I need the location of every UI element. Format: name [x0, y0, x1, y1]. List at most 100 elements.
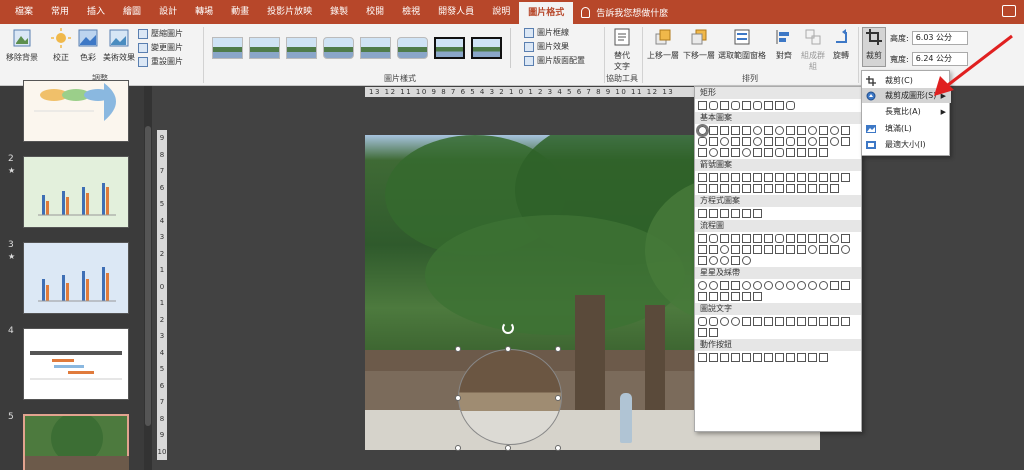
scrollbar-thumb[interactable]	[145, 126, 151, 426]
shape-option[interactable]	[819, 281, 828, 290]
shape-option[interactable]	[720, 292, 729, 301]
menu-item-aspect-ratio[interactable]: 長寬比(A) ▶	[862, 104, 951, 119]
tab-review[interactable]: 校閱	[357, 0, 393, 24]
shape-option[interactable]	[742, 137, 751, 146]
shape-option[interactable]	[797, 173, 806, 182]
shape-option[interactable]	[764, 184, 773, 193]
shape-option[interactable]	[709, 292, 718, 301]
shape-option[interactable]	[742, 245, 751, 254]
resize-handle[interactable]	[555, 395, 561, 401]
shape-option[interactable]	[720, 184, 729, 193]
shape-option[interactable]	[797, 317, 806, 326]
shape-option[interactable]	[753, 126, 762, 135]
shape-option[interactable]	[753, 184, 762, 193]
shape-option[interactable]	[841, 234, 850, 243]
artistic-effects-button[interactable]: 美術效果	[102, 28, 136, 63]
shape-option[interactable]	[841, 317, 850, 326]
shape-option[interactable]	[753, 234, 762, 243]
style-thumb[interactable]	[360, 37, 391, 59]
tab-slideshow[interactable]: 投影片放映	[258, 0, 321, 24]
shape-option[interactable]	[731, 137, 740, 146]
corrections-button[interactable]: 校正	[48, 28, 74, 63]
resize-handle[interactable]	[555, 346, 561, 352]
shape-option[interactable]	[742, 148, 751, 157]
shape-option[interactable]	[819, 184, 828, 193]
shape-option[interactable]	[753, 148, 762, 157]
shape-option[interactable]	[786, 281, 795, 290]
shape-option[interactable]	[830, 126, 839, 135]
shape-option[interactable]	[753, 101, 762, 110]
shape-option[interactable]	[764, 234, 773, 243]
shape-option[interactable]	[775, 317, 784, 326]
shape-option[interactable]	[830, 281, 839, 290]
remove-background-button[interactable]: 移除背景	[4, 28, 40, 63]
shape-option[interactable]	[709, 234, 718, 243]
shape-option[interactable]	[819, 137, 828, 146]
slide-thumbnail[interactable]	[23, 328, 129, 400]
shape-option[interactable]	[709, 256, 718, 265]
tab-insert[interactable]: 插入	[78, 0, 114, 24]
shape-option[interactable]	[764, 281, 773, 290]
shape-option[interactable]	[797, 234, 806, 243]
shape-option[interactable]	[830, 234, 839, 243]
slide-thumbnail[interactable]	[23, 80, 129, 142]
shape-option[interactable]	[808, 173, 817, 182]
shape-option[interactable]	[731, 101, 740, 110]
shape-option[interactable]	[720, 126, 729, 135]
circle-cropped-picture[interactable]	[458, 349, 562, 445]
shape-option[interactable]	[720, 256, 729, 265]
shape-option[interactable]	[742, 101, 751, 110]
shape-option[interactable]	[720, 148, 729, 157]
shape-option[interactable]	[720, 101, 729, 110]
slide-thumbnail[interactable]	[23, 242, 129, 314]
shape-option[interactable]	[808, 353, 817, 362]
gallery-scroll[interactable]	[510, 28, 518, 68]
shape-option[interactable]	[775, 173, 784, 182]
shape-option[interactable]	[731, 126, 740, 135]
shape-option[interactable]	[720, 317, 729, 326]
shape-option[interactable]	[709, 184, 718, 193]
shape-option[interactable]	[764, 126, 773, 135]
shape-option[interactable]	[709, 148, 718, 157]
shape-option[interactable]	[830, 137, 839, 146]
menu-item-fit[interactable]: 最適大小(I)	[862, 137, 951, 152]
shape-option[interactable]	[742, 353, 751, 362]
shape-option[interactable]	[786, 234, 795, 243]
shape-option[interactable]	[731, 173, 740, 182]
shape-option[interactable]	[731, 292, 740, 301]
shape-option[interactable]	[775, 281, 784, 290]
shape-option[interactable]	[742, 126, 751, 135]
shape-option[interactable]	[775, 184, 784, 193]
shape-option[interactable]	[709, 328, 718, 337]
shape-option[interactable]	[753, 173, 762, 182]
shape-option[interactable]	[742, 256, 751, 265]
shape-option[interactable]	[731, 353, 740, 362]
shape-option[interactable]	[742, 317, 751, 326]
slide-thumbnail-selected[interactable]	[23, 412, 129, 470]
picture-border-button[interactable]: 圖片框線	[524, 27, 569, 38]
shape-option[interactable]	[775, 245, 784, 254]
shape-option[interactable]	[808, 245, 817, 254]
shape-option[interactable]	[709, 137, 718, 146]
shape-option[interactable]	[819, 234, 828, 243]
shape-option[interactable]	[742, 173, 751, 182]
tab-draw[interactable]: 繪圖	[114, 0, 150, 24]
shape-option[interactable]	[720, 353, 729, 362]
shape-option[interactable]	[797, 126, 806, 135]
shape-option[interactable]	[786, 173, 795, 182]
shape-option[interactable]	[731, 317, 740, 326]
shape-option[interactable]	[753, 292, 762, 301]
shape-option[interactable]	[775, 101, 784, 110]
shape-option[interactable]	[731, 245, 740, 254]
shape-option[interactable]	[698, 281, 707, 290]
shape-option[interactable]	[720, 245, 729, 254]
rotate-button[interactable]: 旋轉	[830, 28, 852, 61]
shape-option[interactable]	[742, 281, 751, 290]
style-thumb[interactable]	[249, 37, 280, 59]
shape-option[interactable]	[797, 245, 806, 254]
tab-view[interactable]: 檢視	[393, 0, 429, 24]
style-thumb[interactable]	[286, 37, 317, 59]
shape-option[interactable]	[731, 281, 740, 290]
resize-handle[interactable]	[505, 445, 511, 451]
tab-help[interactable]: 說明	[483, 0, 519, 24]
